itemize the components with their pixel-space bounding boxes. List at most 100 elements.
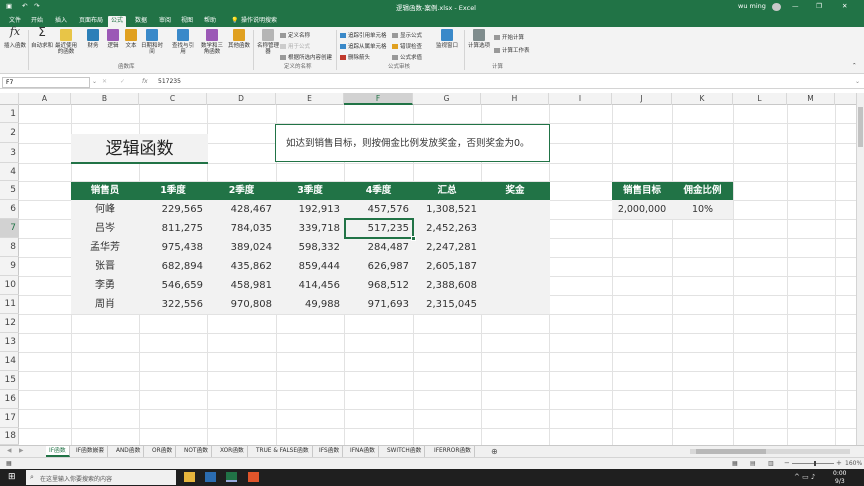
row-header[interactable]: 5 — [0, 181, 19, 200]
row-header-selected[interactable]: 7 — [0, 219, 19, 238]
row-header[interactable]: 3 — [0, 143, 19, 163]
macro-record-icon[interactable]: ▦ — [6, 460, 12, 467]
use-in-formula-button[interactable]: 用于公式 — [280, 42, 310, 50]
name-manager-button[interactable]: 名称管理器 — [257, 29, 279, 55]
fill-handle[interactable] — [411, 236, 416, 241]
table-header[interactable]: 销售员 — [71, 182, 139, 200]
enter-icon[interactable]: ✓ — [120, 78, 125, 85]
table-cell[interactable]: 457,576 — [344, 201, 409, 219]
table-cell[interactable]: 414,456 — [276, 277, 340, 295]
expand-formula-icon[interactable]: ⌄ — [855, 78, 860, 85]
table-cell[interactable]: 339,718 — [276, 220, 340, 238]
col-header[interactable]: H — [481, 93, 549, 105]
tell-me-search[interactable]: 操作说明搜索 — [238, 16, 280, 27]
normal-view-icon[interactable]: ▦ — [732, 460, 738, 467]
table-header[interactable]: 1季度 — [139, 182, 207, 200]
table-cell-name[interactable]: 张晋 — [71, 258, 139, 276]
evaluate-formula-button[interactable]: 公式求值 — [392, 53, 422, 61]
sheet-tab-not[interactable]: NOT函数 — [181, 446, 213, 457]
table-cell-name[interactable]: 周肖 — [71, 296, 139, 314]
sheet-tab-switch[interactable]: SWITCH函数 — [384, 446, 426, 457]
target-header[interactable]: 佣金比例 — [672, 182, 733, 200]
col-header[interactable]: J — [612, 93, 672, 105]
autosum-button[interactable]: Σ 自动求和 — [31, 26, 53, 49]
trace-precedents-button[interactable]: 追踪引用单元格 — [340, 31, 387, 39]
windows-start-icon[interactable]: ⊞ — [8, 472, 16, 482]
col-header[interactable]: E — [276, 93, 344, 105]
calc-options-button[interactable]: 计算选项 — [468, 29, 490, 49]
col-header[interactable]: L — [733, 93, 787, 105]
file-explorer-icon[interactable] — [184, 472, 195, 482]
financial-button[interactable]: 财务 — [82, 29, 104, 49]
trace-dependents-button[interactable]: 追踪从属单元格 — [340, 42, 387, 50]
name-box-dropdown-icon[interactable]: ⌄ — [92, 78, 97, 85]
sheet-tab-or[interactable]: OR函数 — [149, 446, 177, 457]
define-name-button[interactable]: 定义名称 — [280, 31, 310, 39]
row-header[interactable]: 17 — [0, 409, 19, 428]
tab-help[interactable]: 帮助 — [201, 16, 219, 27]
zoom-out-button[interactable]: − — [784, 459, 790, 467]
name-box[interactable]: F7 — [2, 77, 90, 88]
zoom-slider-thumb[interactable] — [814, 461, 816, 466]
redo-icon[interactable]: ↷ — [34, 2, 39, 10]
zoom-slider[interactable] — [792, 463, 834, 464]
user-name[interactable]: wu ming — [738, 2, 766, 10]
col-header[interactable]: G — [413, 93, 481, 105]
table-cell[interactable]: 859,444 — [276, 258, 340, 276]
col-header[interactable]: K — [672, 93, 733, 105]
col-header[interactable]: M — [787, 93, 835, 105]
sheet-tab-if-nested[interactable]: IF函数嵌套 — [73, 446, 109, 457]
table-cell[interactable]: 458,981 — [207, 277, 272, 295]
restore-button[interactable]: ❐ — [816, 2, 822, 10]
app-taskbar-icon[interactable] — [248, 472, 259, 482]
row-header[interactable]: 16 — [0, 390, 19, 409]
target-header[interactable]: 销售目标 — [612, 182, 672, 200]
sheet-tab-if[interactable]: IF函数 — [46, 446, 70, 457]
math-button[interactable]: 数学和三角函数 — [201, 29, 223, 55]
close-button[interactable]: ✕ — [842, 2, 847, 10]
row-header[interactable]: 4 — [0, 163, 19, 181]
row-header[interactable]: 14 — [0, 352, 19, 371]
table-header[interactable]: 汇总 — [413, 182, 481, 200]
table-cell[interactable]: 229,565 — [139, 201, 203, 219]
text-button[interactable]: 文本 — [120, 29, 142, 49]
more-functions-button[interactable]: 其他函数 — [228, 29, 250, 49]
insert-function-button[interactable]: fx 插入函数 — [4, 26, 26, 49]
instruction-note[interactable]: 如达到销售目标，则按佣金比例发放奖金，否则奖金为0。 — [275, 124, 550, 162]
minimize-button[interactable]: — — [792, 2, 799, 10]
tab-page-layout[interactable]: 页面布局 — [76, 16, 106, 27]
col-header[interactable]: C — [139, 93, 207, 105]
error-checking-button[interactable]: 错误检查 — [392, 42, 422, 50]
table-cell[interactable]: 968,512 — [344, 277, 409, 295]
sheet-tab-xor[interactable]: XOR函数 — [217, 446, 248, 457]
calculate-now-button[interactable]: 开始计算 — [494, 33, 524, 41]
row-header[interactable]: 10 — [0, 276, 19, 295]
clock-time[interactable]: 0:00 — [833, 470, 846, 477]
table-cell[interactable]: 284,487 — [344, 239, 409, 257]
row-header[interactable]: 1 — [0, 105, 19, 123]
row-header[interactable]: 11 — [0, 295, 19, 314]
row-header[interactable]: 18 — [0, 428, 19, 445]
target-value[interactable]: 2,000,000 — [612, 201, 672, 219]
commission-rate-value[interactable]: 10% — [672, 201, 733, 219]
tab-data[interactable]: 数据 — [132, 16, 150, 27]
autosave-icon[interactable]: ▣ — [6, 2, 12, 10]
table-cell[interactable]: 784,035 — [207, 220, 272, 238]
media-app-icon[interactable] — [205, 472, 216, 482]
col-header-selected[interactable]: F — [344, 93, 413, 105]
sheet-tab-true-false[interactable]: TRUE & FALSE函数 — [253, 446, 313, 457]
table-cell[interactable]: 389,024 — [207, 239, 272, 257]
datetime-button[interactable]: 日期和时间 — [141, 29, 163, 55]
taskbar-search-box[interactable]: ⌕ 在这里输入你要搜索的内容 — [26, 470, 176, 485]
clock-date[interactable]: 9/3 — [835, 478, 845, 485]
system-tray-icons[interactable]: ^ ▭ ♪ — [794, 473, 815, 481]
tab-review[interactable]: 审阅 — [156, 16, 174, 27]
cancel-icon[interactable]: ✕ — [102, 78, 107, 85]
h-scrollbar-thumb[interactable] — [696, 449, 766, 454]
table-cell[interactable]: 2,452,263 — [413, 220, 477, 238]
table-cell[interactable]: 971,693 — [344, 296, 409, 314]
table-cell-name[interactable]: 孟华芳 — [71, 239, 139, 257]
sheet-title[interactable]: 逻辑函数 — [71, 134, 208, 164]
col-header[interactable]: D — [207, 93, 276, 105]
table-cell[interactable]: 435,862 — [207, 258, 272, 276]
